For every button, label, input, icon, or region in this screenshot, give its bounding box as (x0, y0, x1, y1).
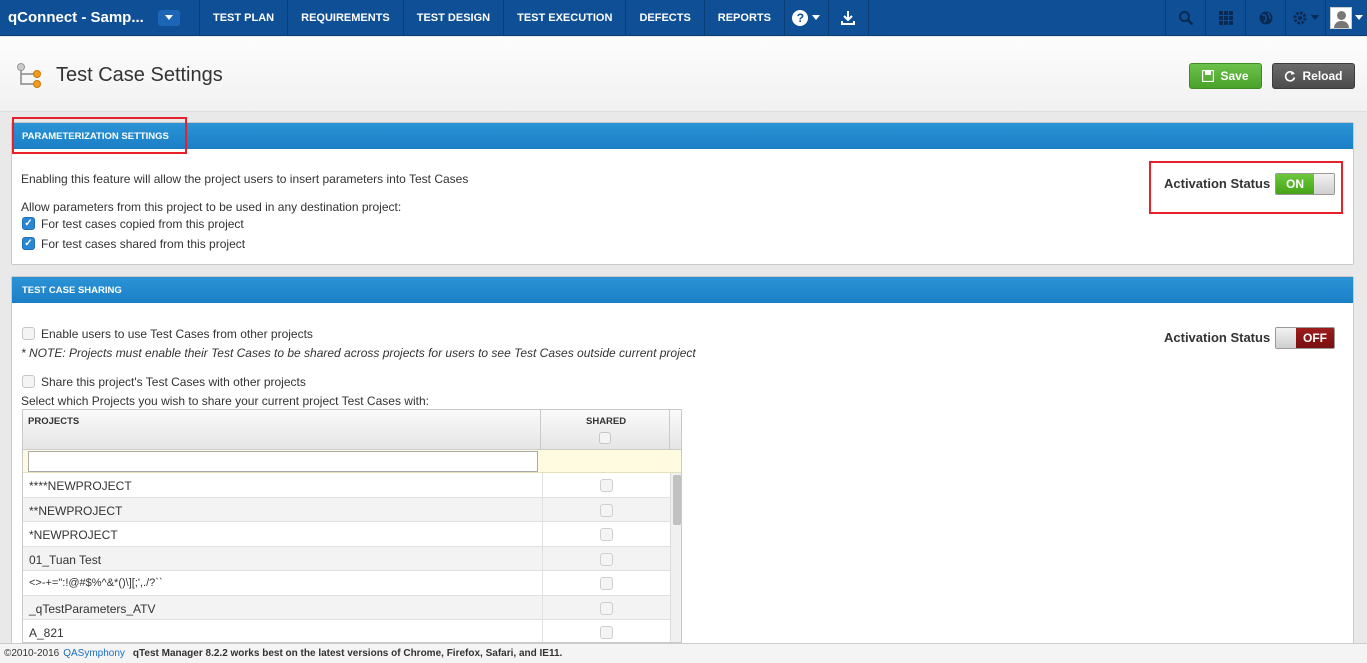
shared-column-header[interactable]: SHARED (586, 416, 626, 427)
nav-defects[interactable]: DEFECTS (626, 0, 705, 35)
chevron-down-icon (164, 15, 173, 20)
share-project-checkbox[interactable] (22, 375, 35, 388)
project-name: <>-+=":!@#$%^&*()\][;',./?`` (29, 577, 163, 589)
share-checkbox[interactable] (600, 503, 613, 517)
apps-button[interactable] (1205, 0, 1245, 35)
projects-grid: PROJECTS SHARED ****NEWPROJECT **NEWPROJ… (22, 409, 682, 643)
help-menu-button[interactable]: ? (785, 0, 829, 35)
table-row[interactable]: <>-+=":!@#$%^&*()\][;',./?`` (23, 571, 670, 596)
share-checkbox[interactable] (600, 626, 613, 639)
nav-reports[interactable]: REPORTS (705, 0, 785, 35)
share-checkbox[interactable] (600, 528, 613, 541)
activation-status-label: Activation Status (1164, 176, 1271, 191)
floppy-icon (1202, 70, 1215, 82)
parameterization-header: PARAMETERIZATION SETTINGS (12, 123, 1353, 149)
save-button[interactable]: Save (1189, 63, 1262, 89)
download-icon (841, 10, 856, 25)
sharing-note: * NOTE: Projects must enable their Test … (21, 346, 696, 360)
grid-header: PROJECTS SHARED (23, 410, 681, 450)
avatar (1330, 6, 1352, 29)
refresh-icon (1285, 71, 1296, 82)
share-checkbox[interactable] (600, 577, 613, 590)
project-name: _qTestParameters_ATV (29, 601, 156, 616)
project-name: 01_Tuan Test (29, 552, 102, 567)
nav-test-execution[interactable]: TEST EXECUTION (504, 0, 627, 35)
table-row[interactable]: A_821 (23, 620, 670, 642)
footer: ©2010-2016 QASymphony qTest Manager 8.2.… (0, 643, 1367, 663)
sharing-header: TEST CASE SHARING (12, 277, 1353, 303)
download-button[interactable] (829, 0, 869, 35)
toggle-knob (1314, 174, 1334, 194)
nav-test-plan[interactable]: TEST PLAN (200, 0, 289, 35)
table-row[interactable]: ****NEWPROJECT (23, 473, 670, 498)
apps-grid-icon (1218, 10, 1233, 25)
search-button[interactable] (1165, 0, 1205, 35)
browser-notice: qTest Manager 8.2.2 works best on the la… (132, 648, 563, 659)
toggle-knob (1276, 328, 1296, 348)
table-row[interactable]: *NEWPROJECT (23, 522, 670, 547)
shared-checkbox[interactable]: ✓ (22, 237, 35, 250)
project-name: ****NEWPROJECT (29, 479, 132, 493)
top-nav: qConnect - Samp... TEST PLAN REQUIREMENT… (0, 0, 1367, 36)
project-name: **NEWPROJECT (29, 503, 123, 518)
nav-requirements[interactable]: REQUIREMENTS (288, 0, 404, 35)
table-row[interactable]: 01_Tuan Test (23, 546, 670, 571)
chevron-down-icon (1355, 15, 1363, 20)
allow-parameters-label: Allow parameters from this project to be… (21, 200, 402, 214)
page-header: Test Case Settings Save Reload (0, 37, 1367, 112)
settings-menu-button[interactable] (1285, 0, 1325, 35)
globe-icon (1259, 11, 1272, 24)
app-title: qConnect - Samp... (8, 9, 144, 26)
help-icon: ? (792, 9, 809, 26)
user-menu-button[interactable] (1325, 0, 1367, 35)
enable-users-checkbox[interactable] (22, 327, 35, 340)
toggle-on-label: ON (1276, 174, 1314, 194)
grid-scrollbar[interactable] (670, 473, 681, 642)
company-link[interactable]: QASymphony (63, 648, 125, 659)
reload-button[interactable]: Reload (1272, 63, 1355, 89)
gear-icon (1293, 11, 1307, 24)
parameterization-toggle[interactable]: ON (1275, 173, 1335, 195)
copyright-text: ©2010-2016 (4, 648, 60, 659)
share-project-label: Share this project's Test Cases with oth… (41, 375, 306, 389)
chevron-down-icon (1311, 15, 1319, 20)
share-checkbox[interactable] (600, 552, 613, 566)
project-name: A_821 (29, 626, 64, 640)
toggle-off-label: OFF (1296, 328, 1334, 348)
page-title: Test Case Settings (56, 63, 223, 86)
nav-test-design[interactable]: TEST DESIGN (404, 0, 505, 35)
reload-label: Reload (1302, 69, 1343, 83)
projects-list: ****NEWPROJECT **NEWPROJECT *NEWPROJECT … (23, 473, 670, 642)
filter-row (23, 450, 681, 473)
table-row[interactable]: **NEWPROJECT (23, 497, 670, 522)
parameterization-description: Enabling this feature will allow the pro… (21, 172, 469, 186)
search-icon (1178, 10, 1193, 25)
project-filter-input[interactable] (28, 451, 538, 472)
save-label: Save (1220, 69, 1249, 83)
enable-users-label: Enable users to use Test Cases from othe… (41, 327, 313, 341)
header-highlight-box (12, 117, 187, 154)
chevron-down-icon (812, 15, 821, 20)
table-row[interactable]: _qTestParameters_ATV (23, 595, 670, 620)
test-case-settings-icon (17, 63, 41, 88)
activation-status-label: Activation Status (1164, 330, 1271, 345)
project-selector[interactable]: qConnect - Samp... (0, 0, 200, 35)
select-projects-label: Select which Projects you wish to share … (21, 394, 429, 408)
shared-option-label: For test cases shared from this project (41, 237, 246, 251)
project-name: *NEWPROJECT (29, 528, 118, 542)
globe-button[interactable] (1245, 0, 1285, 35)
scrollbar-thumb[interactable] (673, 475, 681, 525)
copied-checkbox[interactable]: ✓ (22, 217, 35, 230)
project-dropdown-button[interactable] (157, 9, 180, 26)
share-checkbox[interactable] (600, 479, 613, 492)
select-all-checkbox[interactable] (599, 432, 611, 444)
copied-option-label: For test cases copied from this project (41, 217, 244, 231)
share-checkbox[interactable] (600, 601, 613, 615)
sharing-toggle[interactable]: OFF (1275, 327, 1335, 349)
projects-column-header[interactable]: PROJECTS (28, 416, 79, 427)
